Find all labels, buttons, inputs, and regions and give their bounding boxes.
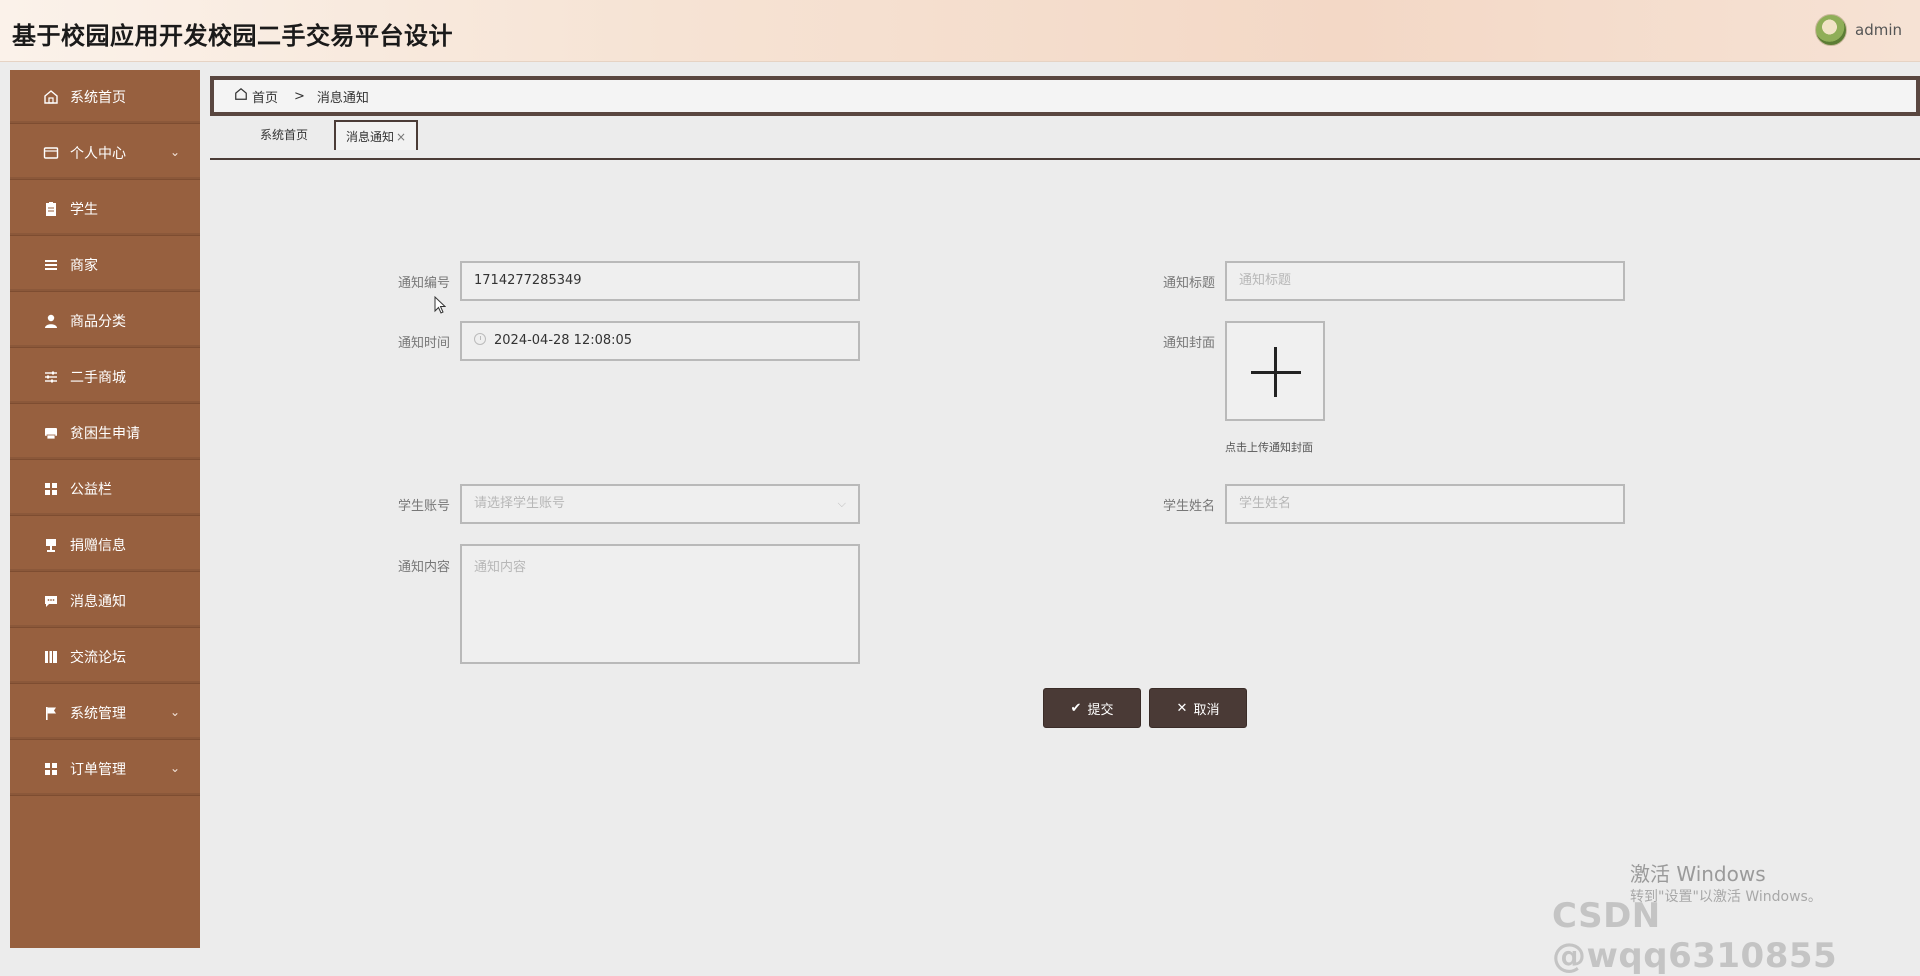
tab-bar: 系统首页 消息通知 × [210, 120, 1920, 160]
tab-notifications[interactable]: 消息通知 × [334, 120, 419, 150]
sidebar-item-label: 贫困生申请 [70, 425, 140, 442]
windows-activation-title: 激活 Windows [1630, 862, 1766, 886]
sidebar-item-donations[interactable]: 捐赠信息 [10, 518, 200, 572]
notice-time-picker[interactable]: 2024-04-28 12:08:05 [460, 321, 860, 361]
submit-button[interactable]: ✔ 提交 [1043, 688, 1141, 728]
breadcrumb-home[interactable]: 首页 [234, 87, 278, 106]
username[interactable]: admin [1855, 21, 1902, 39]
sidebar-item-system-management[interactable]: 系统管理 ⌄ [10, 686, 200, 740]
list-icon [42, 256, 60, 274]
notice-content-label: 通知内容 [397, 560, 450, 575]
sidebar-item-label: 消息通知 [70, 593, 126, 610]
sidebar-item-charity-board[interactable]: 公益栏 [10, 462, 200, 516]
sidebar-item-label: 个人中心 [70, 145, 126, 162]
cover-upload-button[interactable] [1225, 321, 1325, 421]
sidebar-item-label: 系统管理 [70, 705, 126, 722]
sidebar-item-label: 捐赠信息 [70, 537, 126, 554]
stamp-icon [42, 536, 60, 554]
breadcrumb-separator: > [294, 88, 305, 104]
sidebar-item-label: 商品分类 [70, 313, 126, 330]
grid-icon [42, 480, 60, 498]
chevron-down-icon: ⌄ [169, 761, 180, 775]
sidebar-item-secondhand-mall[interactable]: 二手商城 [10, 350, 200, 404]
grid-icon [42, 760, 60, 778]
breadcrumb-current: 消息通知 [316, 90, 369, 106]
breadcrumb-home-label[interactable]: 首页 [252, 87, 278, 106]
chat-icon [42, 592, 60, 610]
book-icon [42, 648, 60, 666]
sidebar-item-label: 二手商城 [70, 369, 126, 386]
notice-no-label: 通知编号 [397, 276, 450, 291]
cover-upload-hint: 点击上传通知封面 [1225, 441, 1313, 454]
student-name-input[interactable]: 学生姓名 [1225, 484, 1625, 524]
app-title: 基于校园应用开发校园二手交易平台设计 [12, 22, 453, 50]
top-header: 基于校园应用开发校园二手交易平台设计 admin [0, 0, 1920, 62]
sidebar-item-poverty-application[interactable]: 贫困生申请 [10, 406, 200, 460]
flag-icon [42, 704, 60, 722]
sidebar-item-home[interactable]: 系统首页 [10, 70, 200, 124]
tab-label: 系统首页 [260, 128, 309, 142]
clock-icon [474, 333, 486, 345]
close-icon: ✕ [1176, 700, 1188, 716]
notice-time-label: 通知时间 [397, 336, 450, 351]
sidebar-item-personal-center[interactable]: 个人中心 ⌄ [10, 126, 200, 180]
user-menu[interactable]: admin [1815, 14, 1902, 46]
sidebar: 系统首页 个人中心 ⌄ 学生 商家 商品分类 二手商城 贫困生申请 公益栏 捐赠… [10, 70, 200, 948]
check-icon: ✔ [1070, 700, 1082, 716]
sidebar-item-forum[interactable]: 交流论坛 [10, 630, 200, 684]
sidebar-item-notifications[interactable]: 消息通知 [10, 574, 200, 628]
tab-label: 消息通知 [346, 130, 395, 144]
notice-time-value: 2024-04-28 12:08:05 [494, 333, 633, 348]
close-icon[interactable]: × [396, 130, 406, 144]
notice-content-textarea[interactable]: 通知内容 [460, 544, 860, 664]
sidebar-item-label: 系统首页 [70, 89, 126, 106]
sidebar-item-label: 商家 [70, 257, 98, 274]
sidebar-item-order-management[interactable]: 订单管理 ⌄ [10, 742, 200, 796]
chevron-down-icon: ⌄ [169, 145, 180, 159]
cancel-label: 取消 [1193, 702, 1220, 718]
csdn-watermark: CSDN @wqq6310855 [1552, 896, 1838, 976]
printer-icon [42, 424, 60, 442]
tab-home[interactable]: 系统首页 [250, 120, 318, 150]
chevron-down-icon: ⌄ [169, 705, 180, 719]
sidebar-item-label: 公益栏 [70, 481, 112, 498]
sliders-icon [42, 368, 60, 386]
sidebar-item-categories[interactable]: 商品分类 [10, 294, 200, 348]
notice-no-input[interactable]: 1714277285349 [460, 261, 860, 301]
notice-cover-label: 通知封面 [1162, 336, 1215, 351]
chevron-down-icon: ⌵ [837, 497, 846, 510]
home-icon [234, 87, 248, 105]
sidebar-item-label: 学生 [70, 201, 98, 218]
sidebar-item-label: 订单管理 [70, 761, 126, 778]
sidebar-item-merchants[interactable]: 商家 [10, 238, 200, 292]
home-icon [42, 88, 60, 106]
user-icon [42, 312, 60, 330]
avatar[interactable] [1815, 14, 1847, 46]
submit-label: 提交 [1087, 702, 1114, 718]
breadcrumb: 首页 > 消息通知 [210, 76, 1920, 116]
notice-title-label: 通知标题 [1162, 276, 1215, 291]
student-account-placeholder: 请选择学生账号 [474, 496, 566, 511]
student-account-label: 学生账号 [397, 499, 450, 514]
student-account-select[interactable]: 请选择学生账号 ⌵ [460, 484, 860, 524]
notice-title-input[interactable]: 通知标题 [1225, 261, 1625, 301]
sidebar-item-students[interactable]: 学生 [10, 182, 200, 236]
student-name-label: 学生姓名 [1162, 499, 1215, 514]
cancel-button[interactable]: ✕ 取消 [1149, 688, 1247, 728]
sidebar-item-label: 交流论坛 [70, 649, 126, 666]
wallet-icon [42, 144, 60, 162]
clipboard-icon [42, 200, 60, 218]
mouse-cursor-icon [434, 296, 446, 314]
